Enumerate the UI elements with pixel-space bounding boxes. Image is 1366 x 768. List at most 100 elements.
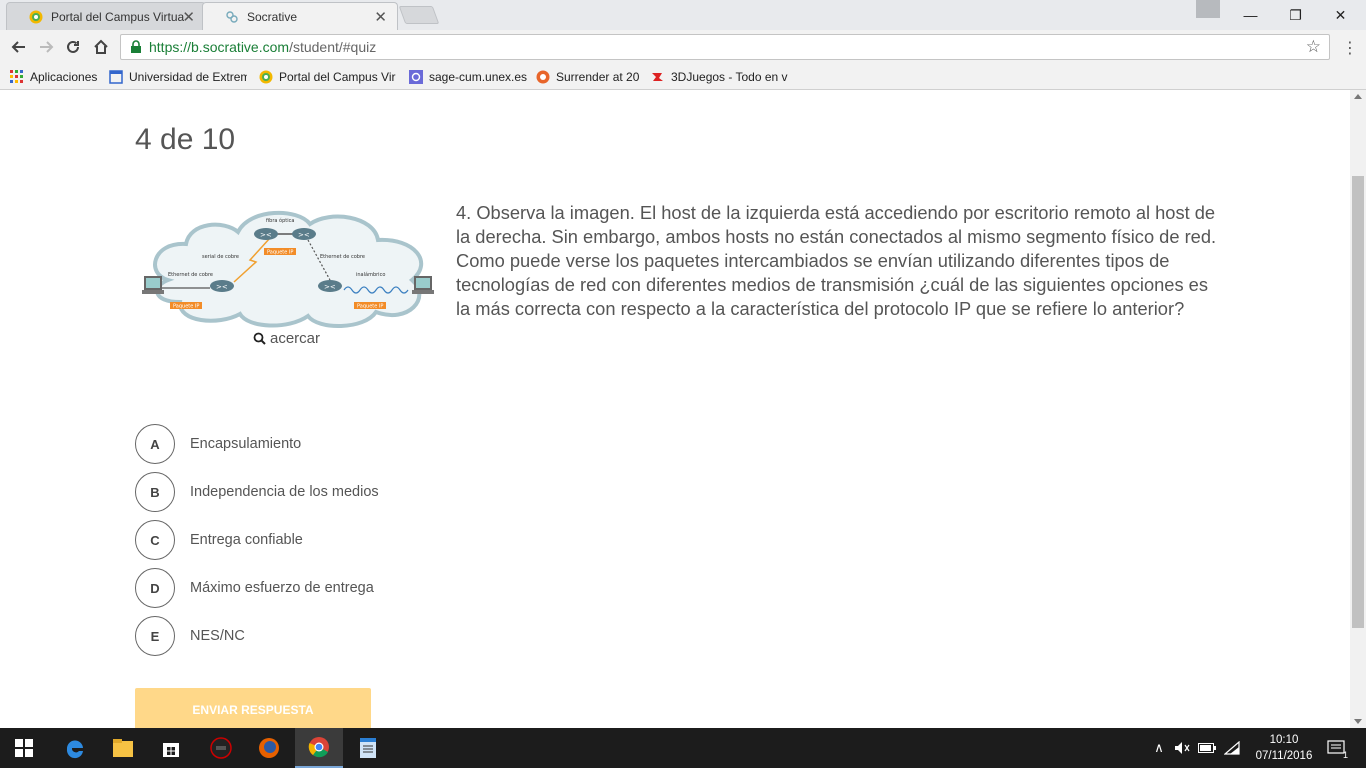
answer-text: Entrega confiable: [190, 532, 303, 548]
surrender-icon: [536, 70, 550, 84]
question-text: 4. Observa la imagen. El host de la izqu…: [456, 202, 1217, 319]
start-button[interactable]: [0, 728, 48, 768]
notepad-taskbar-icon[interactable]: [344, 728, 392, 768]
url-text: https://b.socrative.com/student/#quiz: [149, 39, 377, 55]
windows-taskbar: ∧ 10:10 07/11/2016 1: [0, 728, 1366, 768]
magnifier-icon: [253, 332, 266, 345]
browser-titlebar: Portal del Campus Virtua ✕ Socrative ✕ —…: [0, 0, 1366, 30]
computer-icon: [412, 276, 434, 294]
bookmark-portal-campus[interactable]: Portal del Campus Vir: [259, 68, 397, 86]
svg-text:fibra óptica: fibra óptica: [266, 217, 294, 224]
browser-menu-icon[interactable]: ⋮: [1340, 38, 1360, 58]
page-icon: [109, 70, 123, 84]
home-icon[interactable]: [90, 36, 112, 58]
tab-close-icon[interactable]: ✕: [374, 8, 387, 26]
svg-text:Paquete IP: Paquete IP: [173, 304, 199, 310]
svg-text:><: ><: [216, 283, 228, 291]
volume-muted-icon[interactable]: [1172, 728, 1192, 768]
quiz-page: 4 de 10 >< >< >< >< fibra óptica serial …: [0, 90, 1350, 728]
computer-icon: [142, 276, 164, 294]
submit-answer-button[interactable]: ENVIAR RESPUESTA: [135, 688, 371, 728]
campus-favicon-icon: [29, 10, 43, 24]
3djuegos-icon: [652, 73, 663, 81]
svg-text:serial de cobre: serial de cobre: [202, 254, 239, 260]
answer-letter: E: [135, 616, 175, 656]
close-window-button[interactable]: ✕: [1318, 0, 1363, 30]
tab-portal-campus[interactable]: Portal del Campus Virtua ✕: [6, 2, 206, 30]
svg-text:Ethernet de cobre: Ethernet de cobre: [320, 254, 365, 260]
zoom-label: acercar: [270, 330, 321, 347]
router-icon: ><: [292, 228, 316, 240]
action-center-icon[interactable]: 1: [1322, 728, 1350, 768]
answer-letter: A: [135, 424, 175, 464]
bookmark-apps[interactable]: Aplicaciones: [10, 68, 102, 86]
scroll-down-icon[interactable]: [1354, 719, 1362, 724]
battery-icon[interactable]: [1197, 728, 1217, 768]
apps-icon: [10, 70, 23, 83]
campus-icon: [259, 70, 273, 84]
zoom-image-link[interactable]: acercar: [253, 330, 320, 347]
minimize-button[interactable]: —: [1228, 0, 1273, 30]
sage-icon: [409, 70, 423, 84]
clock-time: 10:10: [1269, 734, 1299, 746]
notification-count: 1: [1342, 750, 1348, 760]
router-icon: ><: [254, 228, 278, 240]
show-hidden-icons-icon[interactable]: ∧: [1150, 728, 1168, 768]
scrollbar-thumb[interactable]: [1352, 176, 1364, 628]
network-diagram-image[interactable]: >< >< >< >< fibra óptica serial de cobre…: [138, 202, 438, 330]
svg-text:Paquete IP: Paquete IP: [267, 250, 293, 256]
bookmark-3djuegos[interactable]: 3DJuegos - Todo en v: [651, 68, 791, 86]
browser-toolbar: https://b.socrative.com/student/#quiz ☆ …: [0, 30, 1366, 64]
profile-icon[interactable]: [1196, 0, 1220, 18]
page-scrollbar[interactable]: [1350, 90, 1366, 728]
svg-text:inalámbrico: inalámbrico: [356, 271, 385, 278]
tab-title: Socrative: [247, 9, 298, 24]
firefox-taskbar-icon[interactable]: [245, 728, 293, 768]
answer-option-c[interactable]: C Entrega confiable: [135, 520, 303, 560]
forward-arrow-icon[interactable]: [35, 36, 57, 58]
answer-letter: C: [135, 520, 175, 560]
reload-icon[interactable]: [62, 36, 84, 58]
address-bar[interactable]: https://b.socrative.com/student/#quiz ☆: [120, 34, 1330, 60]
answer-text: Encapsulamiento: [190, 436, 302, 452]
svg-text:Paquete IP: Paquete IP: [357, 304, 383, 310]
edge-taskbar-icon[interactable]: [51, 728, 99, 768]
answer-text: Independencia de los medios: [190, 484, 379, 500]
svg-text:><: ><: [298, 231, 310, 239]
bookmark-sage[interactable]: sage-cum.unex.es: [409, 68, 529, 86]
scroll-up-icon[interactable]: [1354, 94, 1362, 99]
tab-title: Portal del Campus Virtua: [51, 9, 185, 24]
asus-app-taskbar-icon[interactable]: [197, 728, 245, 768]
svg-text:Ethernet de cobre: Ethernet de cobre: [168, 272, 213, 278]
back-arrow-icon[interactable]: [8, 36, 30, 58]
answer-option-e[interactable]: E NES/NC: [135, 616, 245, 656]
answer-option-d[interactable]: D Máximo esfuerzo de entrega: [135, 568, 374, 608]
windows-logo-icon: [15, 739, 33, 757]
clock-date: 07/11/2016: [1255, 750, 1313, 762]
tab-socrative[interactable]: Socrative ✕: [202, 2, 398, 30]
taskbar-clock[interactable]: 10:10 07/11/2016: [1252, 732, 1316, 764]
bookmark-surrender[interactable]: Surrender at 20: [536, 68, 644, 86]
maximize-button[interactable]: ❐: [1273, 0, 1318, 30]
answer-text: NES/NC: [190, 628, 245, 644]
answer-text: Máximo esfuerzo de entrega: [190, 580, 374, 596]
answer-letter: D: [135, 568, 175, 608]
router-icon: ><: [318, 280, 342, 292]
router-icon: ><: [210, 280, 234, 292]
store-taskbar-icon[interactable]: [147, 728, 195, 768]
svg-text:><: ><: [260, 231, 272, 239]
file-explorer-taskbar-icon[interactable]: [99, 728, 147, 768]
bookmark-star-icon[interactable]: ☆: [1306, 37, 1321, 57]
bookmarks-bar: Aplicaciones Universidad de Extrem Porta…: [0, 64, 1366, 90]
chrome-taskbar-icon[interactable]: [295, 728, 343, 768]
wifi-icon[interactable]: [1222, 728, 1242, 768]
lock-icon: [131, 40, 141, 53]
new-tab-button[interactable]: [398, 6, 440, 24]
question-counter: 4 de 10: [135, 123, 236, 156]
tab-close-icon[interactable]: ✕: [182, 8, 195, 26]
answer-option-a[interactable]: A Encapsulamiento: [135, 424, 301, 464]
bookmark-unex[interactable]: Universidad de Extrem: [109, 68, 247, 86]
svg-text:><: ><: [324, 283, 336, 291]
socrative-favicon-icon: [226, 11, 238, 23]
answer-option-b[interactable]: B Independencia de los medios: [135, 472, 379, 512]
